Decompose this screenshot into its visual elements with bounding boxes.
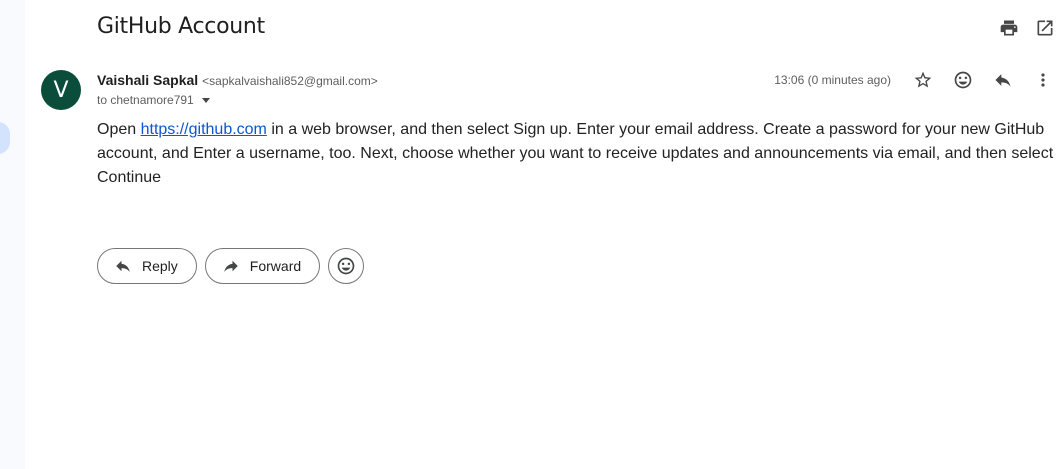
nav-active-indicator[interactable] xyxy=(0,122,10,154)
forward-label: Forward xyxy=(249,258,302,274)
recipient-text: to chetnamore791 xyxy=(97,93,194,107)
reply-icon xyxy=(995,74,1011,87)
message-meta: 13:06 (0 minutes ago) xyxy=(774,68,1063,92)
emoji-icon xyxy=(337,257,355,275)
open-in-new-icon xyxy=(1037,20,1053,36)
print-icon xyxy=(1000,20,1018,36)
more-options-button[interactable] xyxy=(1023,68,1063,92)
sender-email: <sapkalvaishali852@gmail.com> xyxy=(202,74,378,88)
star-button[interactable] xyxy=(903,68,943,92)
github-link[interactable]: https://github.com xyxy=(141,121,267,138)
sender-line: Vaishali Sapkal <sapkalvaishali852@gmail… xyxy=(97,72,378,88)
open-in-new-window-button[interactable] xyxy=(1027,16,1063,40)
message-actions: Reply Forward xyxy=(97,248,365,284)
reply-button[interactable]: Reply xyxy=(97,248,197,284)
recipient-line: to chetnamore791 xyxy=(97,93,210,107)
add-reaction-button[interactable] xyxy=(943,68,983,92)
left-navigation-strip xyxy=(0,0,25,469)
body-text-start: Open xyxy=(97,121,141,138)
timestamp: 13:06 (0 minutes ago) xyxy=(774,73,891,87)
reply-label: Reply xyxy=(142,258,178,274)
emoji-icon xyxy=(954,71,972,89)
add-reaction-round-button[interactable] xyxy=(328,248,365,284)
email-body: Open https://github.com in a web browser… xyxy=(97,118,1057,190)
print-button[interactable] xyxy=(991,16,1027,40)
star-icon xyxy=(914,71,932,88)
forward-icon xyxy=(224,260,238,272)
forward-button[interactable]: Forward xyxy=(204,248,321,284)
sender-avatar[interactable]: V xyxy=(41,70,81,110)
reply-icon xyxy=(116,260,130,272)
reply-icon-button[interactable] xyxy=(983,68,1023,92)
chevron-down-icon[interactable] xyxy=(201,97,210,103)
sender-name[interactable]: Vaishali Sapkal xyxy=(97,72,198,88)
more-vert-icon xyxy=(1041,73,1045,87)
email-subject: GitHub Account xyxy=(97,14,265,39)
subject-toolbar xyxy=(991,16,1063,40)
email-reading-pane: GitHub Account V Vaishali Sapkal <sapkal… xyxy=(25,0,1063,469)
